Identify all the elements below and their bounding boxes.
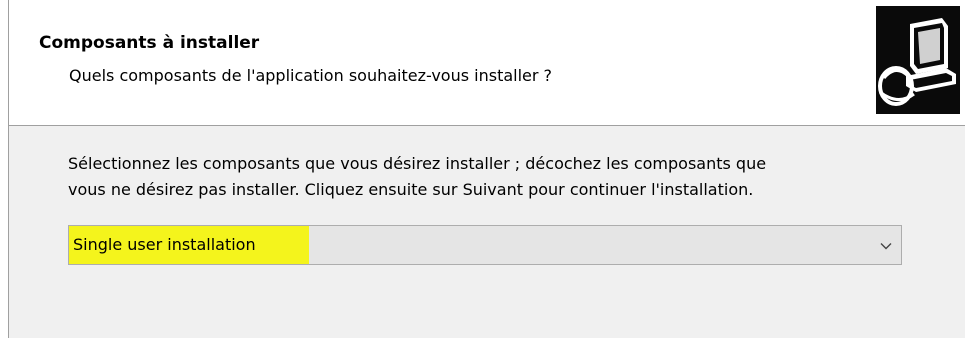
- chevron-down-icon[interactable]: [879, 238, 893, 252]
- installer-window: Composants à installer Quels composants …: [8, 0, 965, 338]
- instructions-line-2: vous ne désirez pas installer. Cliquez e…: [68, 180, 754, 199]
- wizard-header: Composants à installer Quels composants …: [9, 0, 965, 126]
- instructions-text: Sélectionnez les composants que vous dés…: [68, 151, 918, 203]
- install-type-dropdown[interactable]: Single user installation: [68, 225, 902, 265]
- page-subtitle: Quels composants de l'application souhai…: [69, 66, 553, 85]
- instructions-line-1: Sélectionnez les composants que vous dés…: [68, 154, 767, 173]
- install-type-selected-value: Single user installation: [69, 226, 309, 264]
- computer-setup-icon: [876, 6, 960, 114]
- page-title: Composants à installer: [39, 33, 260, 53]
- wizard-content: Sélectionnez les composants que vous dés…: [9, 126, 965, 338]
